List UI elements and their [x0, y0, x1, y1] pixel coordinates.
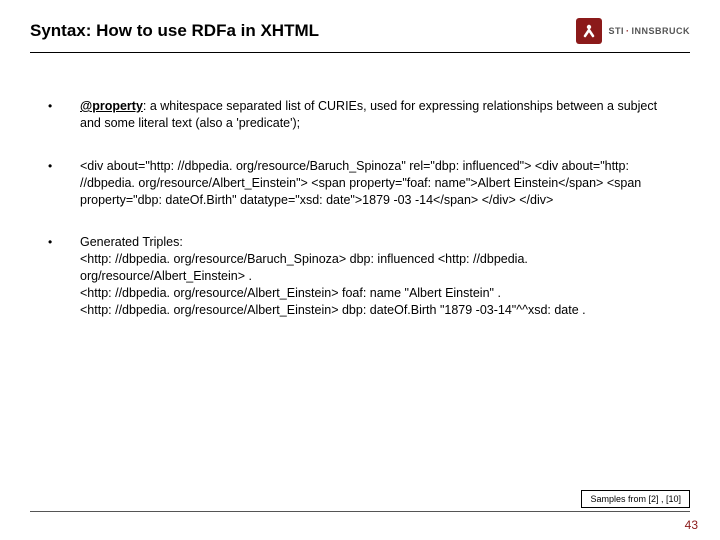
- bullet-marker: •: [48, 98, 80, 132]
- logo-icon: [576, 18, 602, 44]
- bullet-marker: •: [48, 234, 80, 318]
- footer-divider: [30, 511, 690, 512]
- bullet-text: <div about="http: //dbpedia. org/resourc…: [80, 158, 672, 209]
- page-number: 43: [685, 518, 698, 532]
- attribute-name: @property: [80, 99, 143, 113]
- slide-title: Syntax: How to use RDFa in XHTML: [30, 21, 319, 41]
- bullet-item: • @property: a whitespace separated list…: [48, 98, 672, 132]
- triples-heading: Generated Triples:: [80, 234, 672, 251]
- slide-header: Syntax: How to use RDFa in XHTML STI·INN…: [0, 0, 720, 52]
- logo-loc: INNSBRUCK: [632, 26, 691, 36]
- bullet-text: Generated Triples: <http: //dbpedia. org…: [80, 234, 672, 318]
- bullet-item: • Generated Triples: <http: //dbpedia. o…: [48, 234, 672, 318]
- bullet-item: • <div about="http: //dbpedia. org/resou…: [48, 158, 672, 209]
- brand-logo: STI·INNSBRUCK: [576, 18, 690, 44]
- triple-line: <http: //dbpedia. org/resource/Baruch_Sp…: [80, 251, 672, 285]
- triple-line: <http: //dbpedia. org/resource/Albert_Ei…: [80, 285, 672, 302]
- logo-brand: STI: [608, 26, 624, 36]
- bullet-rest: : a whitespace separated list of CURIEs,…: [80, 99, 657, 130]
- slide-content: • @property: a whitespace separated list…: [0, 53, 720, 319]
- logo-sep: ·: [626, 26, 630, 36]
- triple-line: <http: //dbpedia. org/resource/Albert_Ei…: [80, 302, 672, 319]
- bullet-marker: •: [48, 158, 80, 209]
- logo-text: STI·INNSBRUCK: [608, 26, 690, 36]
- bullet-text: @property: a whitespace separated list o…: [80, 98, 672, 132]
- samples-citation: Samples from [2] , [10]: [581, 490, 690, 508]
